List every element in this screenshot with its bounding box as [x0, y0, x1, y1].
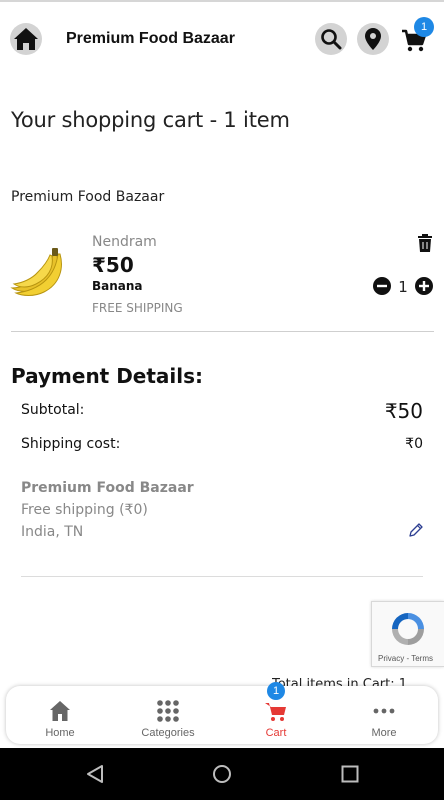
- recaptcha-links[interactable]: Privacy - Terms: [378, 654, 433, 663]
- home-button[interactable]: [10, 23, 42, 55]
- cart-store-name: Premium Food Bazaar: [11, 189, 165, 205]
- back-icon[interactable]: [85, 764, 105, 784]
- nav-cart-label: Cart: [265, 727, 287, 739]
- item-variant: Nendram: [92, 234, 157, 250]
- total-items-peek: Total items in Cart: 1: [272, 677, 408, 686]
- system-navigation-bar: [0, 748, 444, 800]
- recent-apps-icon[interactable]: [341, 765, 359, 783]
- bottom-navigation: Home Categories 1 Cart More: [6, 682, 438, 744]
- edit-pencil-icon[interactable]: [408, 522, 424, 538]
- cart-icon: [265, 703, 286, 721]
- increase-quantity-icon[interactable]: [415, 277, 433, 295]
- more-icon: [373, 708, 395, 714]
- payment-divider: [21, 576, 423, 577]
- nav-home[interactable]: Home: [6, 686, 114, 744]
- payment-title: Payment Details:: [11, 364, 204, 388]
- item-quantity: 1: [398, 278, 408, 296]
- recaptcha-logo-icon: [392, 613, 424, 645]
- shipping-cost-label: Shipping cost:: [21, 436, 121, 452]
- header-cart-badge: 1: [414, 17, 434, 37]
- location-button[interactable]: [357, 23, 389, 55]
- subtotal-label: Subtotal:: [21, 402, 85, 418]
- item-name: Banana: [92, 279, 143, 293]
- nav-cart-badge: 1: [267, 682, 285, 700]
- cart-heading: Your shopping cart - 1 item: [11, 108, 290, 132]
- item-shipping-note: FREE SHIPPING: [92, 301, 183, 315]
- nav-cart[interactable]: 1 Cart: [222, 682, 330, 744]
- nav-categories-label: Categories: [141, 727, 195, 739]
- nav-categories[interactable]: Categories: [114, 686, 222, 744]
- item-price: ₹50: [92, 253, 134, 277]
- shipping-address: India, TN: [21, 524, 84, 540]
- location-pin-icon: [365, 28, 381, 50]
- system-home-icon[interactable]: [212, 764, 232, 784]
- shipping-cost-value: ₹0: [405, 436, 423, 452]
- nav-more-label: More: [371, 727, 397, 739]
- subtotal-value: ₹50: [384, 399, 423, 423]
- search-icon: [321, 29, 342, 50]
- shipping-store-name: Premium Food Bazaar: [21, 480, 194, 496]
- grid-icon: [157, 700, 179, 722]
- shipping-method: Free shipping (₹0): [21, 502, 148, 518]
- item-divider: [11, 331, 434, 332]
- recaptcha-terms-link[interactable]: Terms: [411, 654, 433, 663]
- banana-image: [10, 248, 62, 296]
- home-icon: [14, 28, 38, 50]
- app-header: Premium Food Bazaar 1: [0, 2, 444, 78]
- header-store-title: Premium Food Bazaar: [66, 30, 235, 47]
- nav-home-label: Home: [45, 727, 75, 739]
- nav-more[interactable]: More: [330, 686, 438, 744]
- recaptcha-badge[interactable]: Privacy - Terms: [371, 601, 444, 667]
- search-button[interactable]: [315, 23, 347, 55]
- trash-icon[interactable]: [417, 234, 433, 252]
- home-icon: [50, 701, 70, 721]
- decrease-quantity-icon[interactable]: [373, 277, 391, 295]
- recaptcha-privacy-link[interactable]: Privacy: [378, 654, 404, 663]
